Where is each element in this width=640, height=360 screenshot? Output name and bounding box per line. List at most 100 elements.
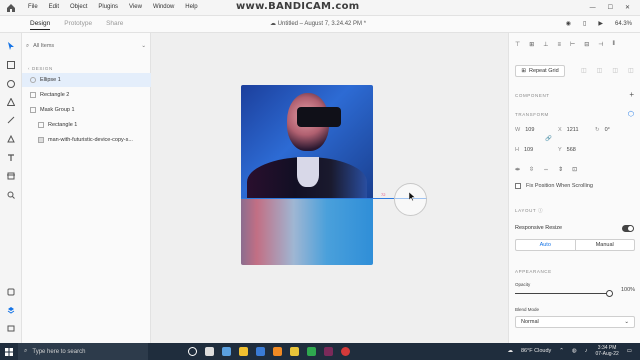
layer-mask-group-1[interactable]: Mask Group 1 [22,103,151,117]
task-view-icon[interactable] [205,347,214,356]
ellipse-tool-icon[interactable] [6,79,16,89]
boolean-exclude-icon[interactable]: ◫ [628,67,634,74]
tab-prototype[interactable]: Prototype [64,20,92,30]
layers-search[interactable]: ⌕ All Items ⌄ [26,40,146,52]
minimize-icon[interactable]: — [590,5,596,11]
maximize-icon[interactable]: ☐ [608,4,613,11]
cortana-icon[interactable] [188,347,197,356]
align-right-icon[interactable]: ⊣ [598,41,603,48]
file-explorer-icon[interactable] [290,347,299,356]
padding-icon[interactable]: ⊡ [572,166,577,173]
notifications-icon[interactable]: ▭ [627,348,632,354]
width-field[interactable]: W 109 [515,127,534,133]
manual-option[interactable]: Manual [576,240,635,250]
chevron-down-icon[interactable]: ⌄ [141,43,146,49]
layers-icon[interactable] [6,305,16,315]
rotation-field[interactable]: ↻ 0° [595,127,610,133]
volume-icon[interactable]: ♪ [585,348,588,354]
store-icon[interactable] [222,347,231,356]
responsive-resize-toggle[interactable] [622,225,634,232]
height-field[interactable]: H 109 [515,147,533,153]
play-icon[interactable]: ▶ [598,20,603,27]
menu-object[interactable]: Object [70,4,87,10]
component-section-label: COMPONENT [515,93,550,98]
text-tool-icon[interactable] [6,153,16,163]
document-title[interactable]: ☁ Untitled – August 7, 3.24.42 PM * [270,20,366,27]
opacity-slider[interactable] [515,293,611,294]
weather-text[interactable]: 86°F Cloudy [521,348,551,354]
artboard[interactable] [241,85,373,265]
zoom-tool-icon[interactable] [6,190,16,200]
align-middle-icon[interactable]: ⊞ [529,41,534,48]
chrome-alt-icon[interactable] [307,347,316,356]
layer-image[interactable]: man-with-futuristic-device-copy-s... [22,133,151,147]
opacity-value[interactable]: 100% [621,287,635,293]
chrome-icon[interactable] [239,347,248,356]
close-icon[interactable]: ✕ [625,4,630,11]
distribute-v-icon[interactable]: ⇕ [558,166,563,173]
vlc-icon[interactable] [273,347,282,356]
menu-help[interactable]: Help [185,4,197,10]
x-field[interactable]: X 1211 [558,127,579,133]
man-with-vr-headset-image[interactable] [241,85,373,207]
rectangle-tool-icon[interactable] [6,60,16,70]
align-bottom-icon[interactable]: ⊥ [543,41,548,48]
boolean-subtract-icon[interactable]: ◫ [597,67,603,74]
fix-position-label: Fix Position When Scrolling [526,183,593,189]
plugins-icon[interactable] [6,323,16,333]
user-icon[interactable]: ◉ [566,20,571,27]
frosted-glass-rectangle[interactable] [241,198,373,265]
menu-edit[interactable]: Edit [49,4,59,10]
polygon-tool-icon[interactable] [6,97,16,107]
layer-ellipse-1[interactable]: Ellipse 1 [22,73,151,87]
auto-option[interactable]: Auto [516,240,576,250]
tab-share[interactable]: Share [106,20,123,30]
taskbar-search[interactable]: ⌕ Type here to search [18,343,148,360]
window-controls: — ☐ ✕ [590,4,630,12]
select-tool-icon[interactable] [6,41,16,51]
home-icon[interactable] [6,3,16,13]
distribute-h-icon[interactable]: ⇔ [543,167,549,173]
line-tool-icon[interactable] [6,115,16,125]
mobile-preview-icon[interactable]: ▯ [583,20,586,27]
flip-horizontal-icon[interactable]: ⇹ [515,166,520,173]
layer-rectangle-2[interactable]: Rectangle 2 [22,88,151,102]
align-center-icon[interactable]: ⊟ [584,41,589,48]
distribute-vertical-icon[interactable]: ≡ [558,42,562,48]
3d-transform-icon[interactable]: ⬡ [628,110,634,118]
bandicam-icon[interactable] [341,347,350,356]
menu-bar: File Edit Object Plugins View Window Hel… [28,4,198,10]
artboard-tool-icon[interactable] [6,171,16,181]
distribute-horizontal-icon[interactable]: ⦀ [613,41,616,48]
pen-tool-icon[interactable] [6,134,16,144]
blend-mode-select[interactable]: Normal ⌄ [515,316,635,328]
tray-chevron-icon[interactable]: ⌃ [559,348,564,354]
flip-vertical-icon[interactable]: ⇳ [529,166,534,173]
align-left-icon[interactable]: ⊢ [570,41,575,48]
tab-design[interactable]: Design [30,20,51,30]
align-top-icon[interactable]: ⊤ [515,41,520,48]
fix-position-checkbox[interactable]: Fix Position When Scrolling [515,183,593,189]
adobe-xd-icon[interactable] [324,347,333,356]
width-label: W [515,127,521,133]
boolean-add-icon[interactable]: ◫ [581,67,587,74]
boolean-intersect-icon[interactable]: ◫ [612,67,618,74]
clock[interactable]: 3:34 PM 07-Aug-22 [595,345,618,357]
zoom-level[interactable]: 64.3% [615,21,632,27]
network-icon[interactable]: ◍ [572,348,577,354]
lock-aspect-icon[interactable]: 🔗 [545,136,552,142]
menu-file[interactable]: File [28,4,38,10]
cloud-icon: ☁ [270,21,278,27]
layer-rectangle-1[interactable]: Rectangle 1 [22,118,151,132]
menu-plugins[interactable]: Plugins [98,4,118,10]
y-field[interactable]: Y 568 [558,147,576,153]
windows-start-icon[interactable] [0,343,18,360]
repeat-grid-button[interactable]: ⊞ Repeat Grid [515,65,565,77]
assets-icon[interactable] [6,287,16,297]
browser-icon[interactable] [256,347,265,356]
menu-window[interactable]: Window [153,4,174,10]
opacity-slider-handle[interactable] [606,290,613,297]
add-component-icon[interactable]: + [629,90,634,99]
info-icon[interactable]: ⓘ [538,208,543,213]
menu-view[interactable]: View [129,4,142,10]
